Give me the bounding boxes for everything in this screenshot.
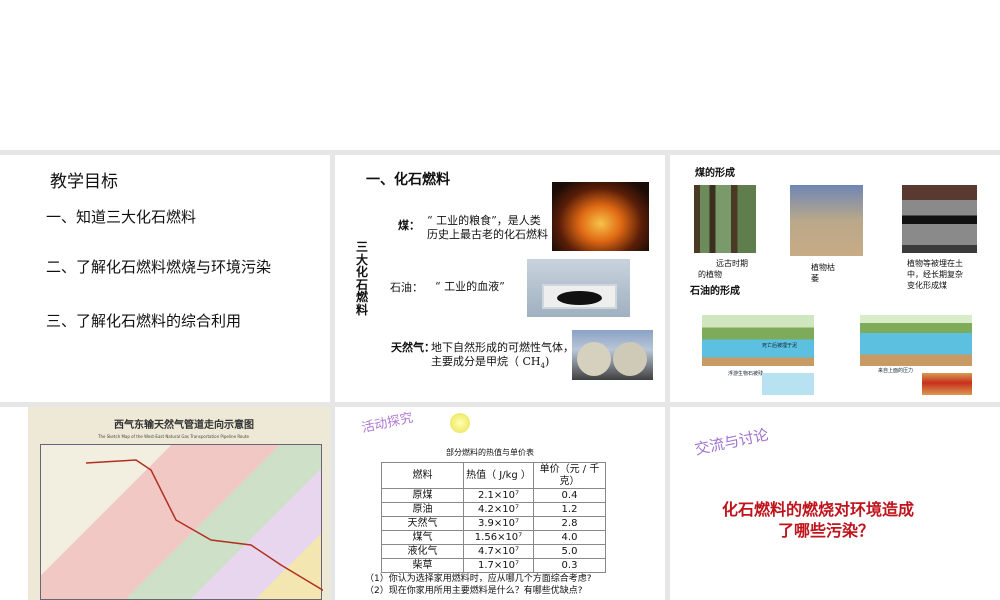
cell: 柴草: [381, 558, 464, 573]
mascot-icon: [450, 413, 470, 433]
cell: 原煤: [381, 488, 464, 503]
slide-formation[interactable]: 煤的形成 远古时期的植物 植物枯萎 植物等被埋在土中，经长期复杂变化形成煤 石油…: [670, 155, 1000, 402]
cell: 0.4: [533, 488, 606, 503]
oil-caption: 死亡后被埋于泥: [762, 343, 798, 349]
slide-teaching-goals[interactable]: 教学目标 一、知道三大化石燃料 二、了解化石燃料燃烧与环境污染 三、了解化石燃料…: [0, 155, 330, 402]
slide-title: 一、化石燃料: [366, 172, 450, 188]
activity-tag: 活动探究: [360, 410, 415, 437]
cell: 1.7×10⁷: [463, 558, 534, 573]
cell: 煤气: [381, 530, 464, 545]
oil-caption: 浮游生物石被残: [728, 371, 764, 377]
header-cell: 燃料: [381, 462, 464, 489]
map-subtitle: The Sketch Map of the West-East Natural …: [98, 434, 249, 439]
cell: 4.2×10⁷: [463, 502, 534, 517]
goal-item: 三、了解化石燃料的综合利用: [46, 312, 242, 330]
table-header-row: 燃料 热值（ J/kg ） 单价（元 / 千克）: [381, 462, 606, 489]
oil-caption: 来自上面的压力: [878, 368, 914, 374]
table-row: 原煤 2.1×10⁷ 0.4: [381, 488, 606, 503]
table-row: 天然气 3.9×10⁷ 2.8: [381, 516, 606, 531]
coal-formation-title: 煤的形成: [695, 168, 735, 179]
discussion-question: 了哪些污染？: [778, 521, 875, 540]
buried-coal-image: [902, 185, 977, 253]
cell: 2.8: [533, 516, 606, 531]
gas-formula-end: ): [544, 355, 550, 368]
cell: 原油: [381, 502, 464, 517]
table-row: 原油 4.2×10⁷ 1.2: [381, 502, 606, 517]
oil-pour-image: [527, 259, 630, 317]
cell: 4.0: [533, 530, 606, 545]
withered-plants-image: [790, 185, 863, 256]
header-cell: 单价（元 / 千克）: [533, 462, 606, 489]
fuel-table: 燃料 热值（ J/kg ） 单价（元 / 千克） 原煤 2.1×10⁷ 0.4 原油…: [381, 462, 606, 573]
caption-ancient-plants: 远古时期的植物: [698, 259, 748, 279]
caption-withered: 植物枯萎: [811, 263, 835, 283]
slide-fuel-table[interactable]: 活动探究 部分燃料的热值与单价表 燃料 热值（ J/kg ） 单价（元 / 千克…: [335, 407, 665, 600]
ancient-forest-image: [694, 185, 756, 253]
caption-coal-formed: 植物等被埋在土中，经长期复杂变化形成煤: [907, 259, 963, 290]
slide-pipeline-map[interactable]: 西气东输天然气管道走向示意图 The Sketch Map of the Wes…: [0, 407, 330, 600]
table-row: 液化气 4.7×10⁷ 5.0: [381, 544, 606, 559]
cell: 天然气: [381, 516, 464, 531]
table-row: 柴草 1.7×10⁷ 0.3: [381, 558, 606, 573]
goal-item: 一、知道三大化石燃料: [46, 208, 197, 226]
cell: 4.7×10⁷: [463, 544, 534, 559]
side-label: 三大化石燃料: [356, 240, 369, 317]
gas-label: 天然气：: [391, 341, 435, 354]
cell: 液化气: [381, 544, 464, 559]
cell: 0.3: [533, 558, 606, 573]
cell: 1.2: [533, 502, 606, 517]
slide-title: 教学目标: [50, 172, 118, 192]
table-row: 煤气 1.56×10⁷ 4.0: [381, 530, 606, 545]
question-1: （1）你认为选择家用燃料时，应从哪几个方面综合考虑?: [365, 574, 592, 584]
oil-text: “ 工业的血液”: [435, 280, 505, 293]
oil-formation-image-1: 死亡后被埋于泥 浮游生物石被残: [702, 315, 814, 397]
slide-discussion[interactable]: 交流与讨论 化石燃料的燃烧对环境造成 了哪些污染？: [670, 407, 1000, 600]
map-title: 西气东输天然气管道走向示意图: [114, 420, 254, 431]
coal-label: 煤：: [398, 219, 420, 232]
header-cell: 热值（ J/kg ）: [463, 462, 534, 489]
question-2: （2）现在你家用所用主要燃料是什么？有哪些优缺点?: [365, 586, 583, 596]
gas-text: 主要成分是甲烷（ CH4): [431, 353, 549, 370]
cell: 5.0: [533, 544, 606, 559]
pipeline-route: [85, 459, 330, 596]
pipeline-map: 西气东输天然气管道走向示意图 The Sketch Map of the Wes…: [28, 407, 330, 600]
oil-label: 石油：: [390, 281, 423, 294]
slide-fossil-fuels[interactable]: 一、化石燃料 三大化石燃料 煤： “ 工业的粮食”，是人类 历史上最古老的化石燃…: [335, 155, 665, 402]
oil-formation-title: 石油的形成: [690, 286, 740, 297]
coal-text: 历史上最古老的化石燃料: [427, 228, 548, 241]
cell: 2.1×10⁷: [463, 488, 534, 503]
table-title: 部分燃料的热值与单价表: [446, 448, 534, 457]
cell: 1.56×10⁷: [463, 530, 534, 545]
cell: 3.9×10⁷: [463, 516, 534, 531]
discussion-tag: 交流与讨论: [693, 425, 771, 459]
goal-item: 二、了解化石燃料燃烧与环境污染: [46, 258, 272, 276]
coal-fire-image: [552, 182, 649, 251]
gas-tanks-image: [572, 330, 653, 380]
oil-formation-image-2: 来自上面的压力: [860, 315, 972, 397]
gas-formula: 主要成分是甲烷（ CH: [431, 355, 541, 368]
blank-header: [0, 0, 1000, 150]
